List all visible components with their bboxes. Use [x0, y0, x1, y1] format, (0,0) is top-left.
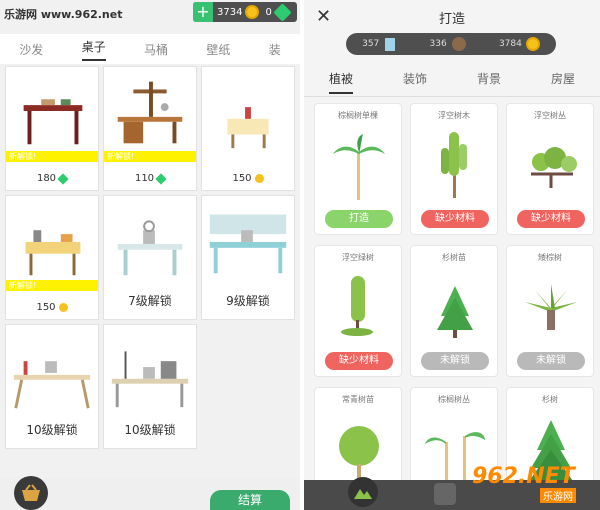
- coin-icon: [254, 174, 264, 183]
- new-badge: 新解锁!: [104, 151, 196, 162]
- fir-sapling-image: [437, 286, 473, 338]
- item-card[interactable]: 10级解锁: [103, 324, 197, 449]
- gem-icon: [155, 172, 167, 185]
- craft-card[interactable]: 矮棕树 未解锁: [506, 245, 594, 377]
- tab-table[interactable]: 桌子: [81, 38, 106, 61]
- red-table-image: [23, 99, 83, 145]
- locked-desk-image: [111, 351, 189, 408]
- missing-material-button[interactable]: 缺少材料: [325, 352, 393, 370]
- lock-label: 10级解锁: [124, 423, 176, 437]
- craft-card[interactable]: 浮空树木 缺少材料: [410, 103, 498, 235]
- tab-toilet[interactable]: 马桶: [144, 41, 168, 58]
- desk-image: [117, 81, 183, 144]
- tab-house[interactable]: 房屋: [551, 70, 575, 94]
- coin-icon: [245, 5, 260, 19]
- lock-label: 7级解锁: [128, 294, 172, 308]
- price: 110: [104, 172, 196, 185]
- item-name: 杉树苗: [442, 253, 466, 262]
- wood-icon: [451, 37, 466, 51]
- coin-icon: [58, 303, 68, 312]
- currency-bar: + 3734 0: [193, 2, 297, 22]
- resource-count: 336: [429, 39, 447, 49]
- locked-button[interactable]: 未解锁: [517, 352, 585, 370]
- lock-label: 9级解锁: [226, 294, 270, 308]
- shop-panel: + 3734 0 沙发 桌子 马桶 壁纸 装 新解锁! 180 新解锁! 110…: [0, 0, 300, 510]
- tab-wallpaper[interactable]: 壁纸: [206, 41, 230, 58]
- price: 180: [6, 172, 98, 185]
- floating-tree-image: [441, 132, 467, 198]
- tab-divider: [304, 96, 600, 97]
- craft-card[interactable]: 棕榈树单棵 打造: [314, 103, 402, 235]
- yellow-table-image: [25, 230, 81, 276]
- crystal-icon: [385, 38, 396, 51]
- watermark-sub: 乐游网: [540, 488, 576, 503]
- item-name: 常青树苗: [342, 395, 374, 404]
- settle-button[interactable]: 结算: [210, 490, 290, 510]
- category-tabs: 沙发 桌子 马桶 壁纸 装: [0, 34, 300, 64]
- item-card[interactable]: 10级解锁: [5, 324, 99, 449]
- coin-count: 3734: [217, 6, 243, 18]
- nav-landscape-button[interactable]: [348, 477, 378, 507]
- price: 150: [6, 302, 98, 313]
- craft-grid: 棕榈树单棵 打造 浮空树木 缺少材料 浮空树丛 缺少材料 浮空绿树 缺少材料 杉…: [314, 103, 594, 510]
- gem-icon: [57, 172, 69, 185]
- watermark: 乐游网 www.962.net: [4, 8, 123, 21]
- tab-sofa[interactable]: 沙发: [19, 41, 43, 58]
- item-card[interactable]: 150: [201, 66, 295, 191]
- cloth-table-image: [227, 107, 269, 149]
- locked-wood-table-image: [13, 361, 91, 409]
- locked-table-image: [117, 220, 183, 276]
- craft-card[interactable]: 杉树苗 未解锁: [410, 245, 498, 377]
- coin-icon: [525, 37, 540, 51]
- craft-button[interactable]: 打造: [325, 210, 393, 228]
- watermark-logo: 962.NET: [472, 464, 575, 489]
- craft-panel: ✕ 打造 357 336 3784 植被 装饰 背景 房屋 棕榈树单棵 打造 浮…: [304, 0, 600, 510]
- dwarf-palm-image: [525, 284, 577, 330]
- gem-icon: [273, 2, 292, 22]
- craft-card[interactable]: 浮空树丛 缺少材料: [506, 103, 594, 235]
- resource-count: 3784: [498, 39, 522, 49]
- item-card[interactable]: 9级解锁: [201, 195, 295, 320]
- missing-material-button[interactable]: 缺少材料: [517, 210, 585, 228]
- evergreen-sapling-image: [339, 426, 379, 484]
- new-badge: 新解锁!: [6, 280, 98, 291]
- add-currency-button[interactable]: +: [193, 2, 213, 22]
- item-card[interactable]: 7级解锁: [103, 195, 197, 320]
- item-name: 浮空绿树: [342, 253, 374, 262]
- item-name: 棕榈树单棵: [338, 111, 378, 120]
- item-card[interactable]: 新解锁! 110: [103, 66, 197, 191]
- item-name: 杉树: [542, 395, 558, 404]
- nav-furniture-button[interactable]: [434, 483, 456, 505]
- item-name: 浮空树木: [438, 111, 470, 120]
- new-badge: 新解锁!: [6, 151, 98, 162]
- tab-vegetation[interactable]: 植被: [328, 70, 353, 94]
- palm-tree-image: [333, 134, 385, 200]
- item-name: 浮空树丛: [534, 111, 566, 120]
- item-grid: 新解锁! 180 新解锁! 110 150 新解锁! 150 7级解锁 9级解锁…: [5, 66, 297, 449]
- basket-button[interactable]: [14, 476, 48, 510]
- tab-decor[interactable]: 装: [269, 41, 281, 58]
- item-name: 棕榈树丛: [438, 395, 470, 404]
- locked-button[interactable]: 未解锁: [421, 352, 489, 370]
- locked-shelf-image: [209, 214, 287, 274]
- floating-bush-image: [531, 147, 577, 188]
- mountain-icon: [354, 489, 372, 499]
- floating-green-tree-image: [341, 276, 373, 336]
- tab-background[interactable]: 背景: [477, 70, 501, 94]
- craft-tabs: 植被 装饰 背景 房屋: [304, 70, 600, 94]
- resource-bar: 357 336 3784: [346, 33, 556, 55]
- craft-card[interactable]: 浮空绿树 缺少材料: [314, 245, 402, 377]
- item-card[interactable]: 新解锁! 150: [5, 195, 99, 320]
- missing-material-button[interactable]: 缺少材料: [421, 210, 489, 228]
- price: 150: [202, 173, 294, 184]
- item-name: 矮棕树: [538, 253, 562, 262]
- item-card[interactable]: 新解锁! 180: [5, 66, 99, 191]
- page-title: 打造: [438, 12, 465, 27]
- resource-count: 357: [362, 39, 380, 49]
- lock-label: 10级解锁: [26, 423, 78, 437]
- basket-icon: [22, 484, 40, 501]
- gem-count: 0: [265, 6, 272, 18]
- tab-decoration[interactable]: 装饰: [403, 70, 427, 94]
